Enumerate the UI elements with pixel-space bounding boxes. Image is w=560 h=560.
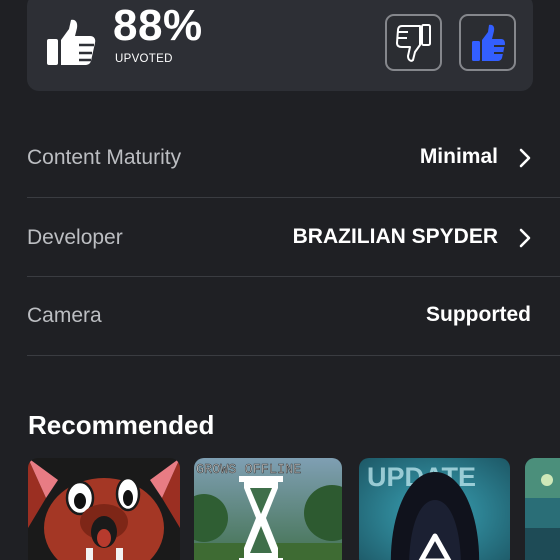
thumbs-down-icon — [395, 23, 431, 62]
upvote-caption: UPVOTED — [115, 53, 173, 65]
upvote-percentage: 88% — [113, 1, 203, 50]
row-divider — [27, 197, 560, 198]
hourglass-thumbnail-image: GROWS OFFLINE — [194, 458, 342, 560]
developer-label: Developer — [27, 226, 123, 249]
developer-value: BRAZILIAN SPYDER — [292, 225, 498, 248]
row-divider — [27, 276, 560, 277]
content-maturity-value: Minimal — [419, 145, 498, 168]
game-thumbnail-grow[interactable]: GROWS OFFLINE — [194, 458, 342, 560]
row-divider — [27, 355, 560, 356]
camera-label: Camera — [27, 304, 102, 327]
thumbs-up-icon — [47, 19, 96, 65]
thumbs-up-icon — [471, 24, 505, 61]
fox-thumbnail-image — [28, 458, 180, 560]
partial-thumbnail-image — [525, 458, 560, 560]
game-thumbnail-update[interactable]: UPDATE — [359, 458, 510, 560]
chevron-right-icon — [519, 148, 531, 168]
thumbs-down-button[interactable] — [385, 14, 442, 71]
vote-summary-card: 88% UPVOTED — [27, 0, 533, 91]
recommended-heading: Recommended — [28, 410, 215, 440]
content-maturity-row[interactable]: Content Maturity Minimal — [27, 139, 560, 179]
developer-row[interactable]: Developer BRAZILIAN SPYDER — [27, 219, 560, 259]
content-maturity-label: Content Maturity — [27, 146, 182, 169]
game-details-page: 88% UPVOTED Content Maturity Minimal Dev… — [0, 0, 560, 560]
camera-row: Camera Supported — [27, 297, 560, 337]
chevron-right-icon — [519, 228, 531, 248]
game-thumbnail-partial[interactable] — [525, 458, 560, 560]
camera-value: Supported — [426, 303, 531, 326]
hooded-figure-thumbnail-image: UPDATE — [359, 458, 510, 560]
grows-offline-banner: GROWS OFFLINE — [196, 463, 301, 478]
thumbs-up-button[interactable] — [459, 14, 516, 71]
game-thumbnail-fox[interactable] — [28, 458, 180, 560]
